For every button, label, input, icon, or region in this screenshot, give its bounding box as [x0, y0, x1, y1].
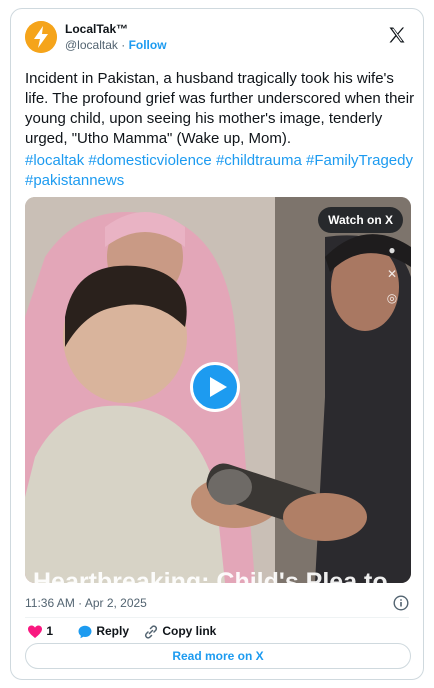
hashtag-link[interactable]: #pakistannews — [25, 172, 124, 189]
lightning-logo-icon — [25, 21, 57, 53]
post-header: LocalTak™ @localtak · Follow — [25, 21, 409, 61]
avatar[interactable] — [25, 21, 57, 53]
heart-icon — [28, 625, 42, 638]
author-handle[interactable]: @localtak — [65, 38, 118, 52]
x-small-icon: ✕ — [386, 267, 398, 281]
read-more-button[interactable]: Read more on X — [25, 643, 411, 669]
embedded-post-card: LocalTak™ @localtak · Follow Incident in… — [10, 8, 424, 680]
author-info: LocalTak™ @localtak · Follow — [65, 21, 167, 53]
logo-badge-icon: ● — [388, 243, 396, 257]
copy-link-button[interactable]: Copy link — [143, 619, 216, 643]
like-count: 1 — [46, 624, 54, 638]
hashtag-link[interactable]: #localtak — [25, 152, 84, 169]
hashtag-link[interactable]: #domesticviolence — [88, 152, 211, 169]
video-side-icons: ● ✕ ◎ — [383, 241, 403, 313]
watch-on-x-button[interactable]: Watch on X — [318, 207, 403, 233]
copy-link-label: Copy link — [162, 624, 217, 638]
hashtag-link[interactable]: #FamilyTragedy — [306, 152, 413, 169]
reply-bubble-icon — [78, 625, 92, 639]
link-icon — [144, 625, 158, 639]
post-timestamp[interactable]: 11:36 AM · Apr 2, 2025 — [25, 596, 147, 610]
like-button[interactable]: 1 — [27, 619, 53, 643]
play-button[interactable] — [190, 362, 240, 412]
x-logo-icon[interactable] — [387, 25, 407, 45]
hashtag-link[interactable]: #childtrauma — [216, 152, 302, 169]
author-display-name[interactable]: LocalTak™ — [65, 21, 167, 37]
info-icon[interactable] — [393, 595, 409, 611]
action-bar: 1 Reply Copy link — [25, 619, 409, 643]
instagram-icon: ◎ — [386, 291, 398, 305]
divider — [25, 617, 409, 618]
hashtag-list: #localtak #domesticviolence #childtrauma… — [25, 151, 415, 191]
reply-label: Reply — [96, 624, 130, 638]
handle-row: @localtak · Follow — [65, 37, 167, 53]
video-player[interactable]: Watch on X ● ✕ ◎ Heartbreaking: Child's … — [25, 197, 411, 583]
post-text: Incident in Pakistan, a husband tragical… — [25, 70, 415, 147]
video-caption: Heartbreaking: Child's Plea to — [33, 568, 388, 583]
separator-dot: · — [121, 38, 126, 52]
timestamp-row: 11:36 AM · Apr 2, 2025 — [25, 593, 409, 613]
reply-button[interactable]: Reply — [77, 619, 129, 643]
follow-link[interactable]: Follow — [129, 38, 167, 52]
